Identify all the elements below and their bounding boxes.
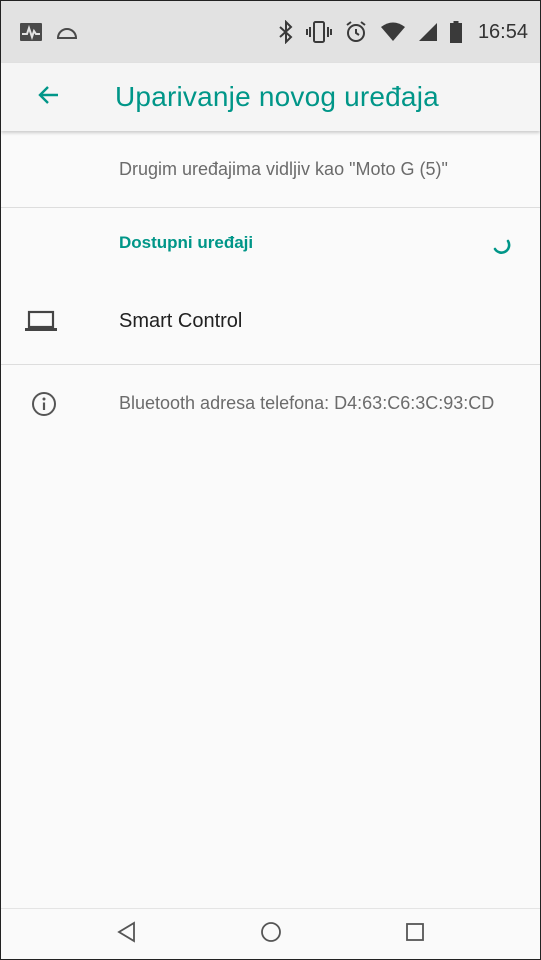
- battery-icon: [449, 21, 462, 43]
- content-area: Drugim uređajima vidljiv kao "Moto G (5)…: [1, 131, 540, 908]
- status-right-icons: 16:54: [278, 1, 540, 63]
- vibrate-icon: [305, 20, 332, 44]
- toolbar: Uparivanje novog uređaja: [1, 63, 540, 131]
- status-left-icons: [1, 1, 79, 63]
- nav-recents-button[interactable]: [391, 911, 439, 959]
- arrow-back-icon: [37, 83, 61, 112]
- screen: 16:54 Uparivanje novog uređaja Drugim ur…: [0, 0, 541, 960]
- navigation-bar: [1, 908, 540, 959]
- device-name: Smart Control: [119, 309, 243, 332]
- status-time: 16:54: [477, 20, 528, 43]
- nav-home-button[interactable]: [247, 911, 295, 959]
- page-title: Uparivanje novog uređaja: [115, 81, 439, 112]
- cell-signal-icon: [418, 22, 438, 42]
- visible-as-text: Drugim uređajima vidljiv kao "Moto G (5)…: [1, 131, 540, 208]
- nav-back-button[interactable]: [103, 911, 151, 959]
- nav-back-icon: [116, 921, 138, 948]
- available-devices-header: Dostupni uređaji: [1, 208, 540, 278]
- device-item-smart-control[interactable]: Smart Control: [1, 278, 540, 365]
- nav-recents-icon: [404, 921, 426, 948]
- alarm-icon: [344, 20, 368, 44]
- loading-spinner-icon: [490, 232, 512, 254]
- available-devices-title: Dostupni uređaji: [119, 233, 254, 252]
- laptop-icon: [1, 309, 119, 333]
- nav-home-icon: [260, 921, 282, 948]
- status-bar: 16:54: [1, 1, 540, 63]
- cloud-icon: [55, 24, 79, 40]
- pulse-app-icon: [19, 22, 43, 42]
- bluetooth-icon: [278, 20, 294, 44]
- bluetooth-address-text: Bluetooth adresa telefona: D4:63:C6:3C:9…: [119, 393, 495, 413]
- back-button[interactable]: [19, 67, 79, 127]
- wifi-icon: [380, 22, 406, 42]
- bluetooth-address-row: Bluetooth adresa telefona: D4:63:C6:3C:9…: [1, 365, 540, 417]
- info-icon: [1, 391, 119, 417]
